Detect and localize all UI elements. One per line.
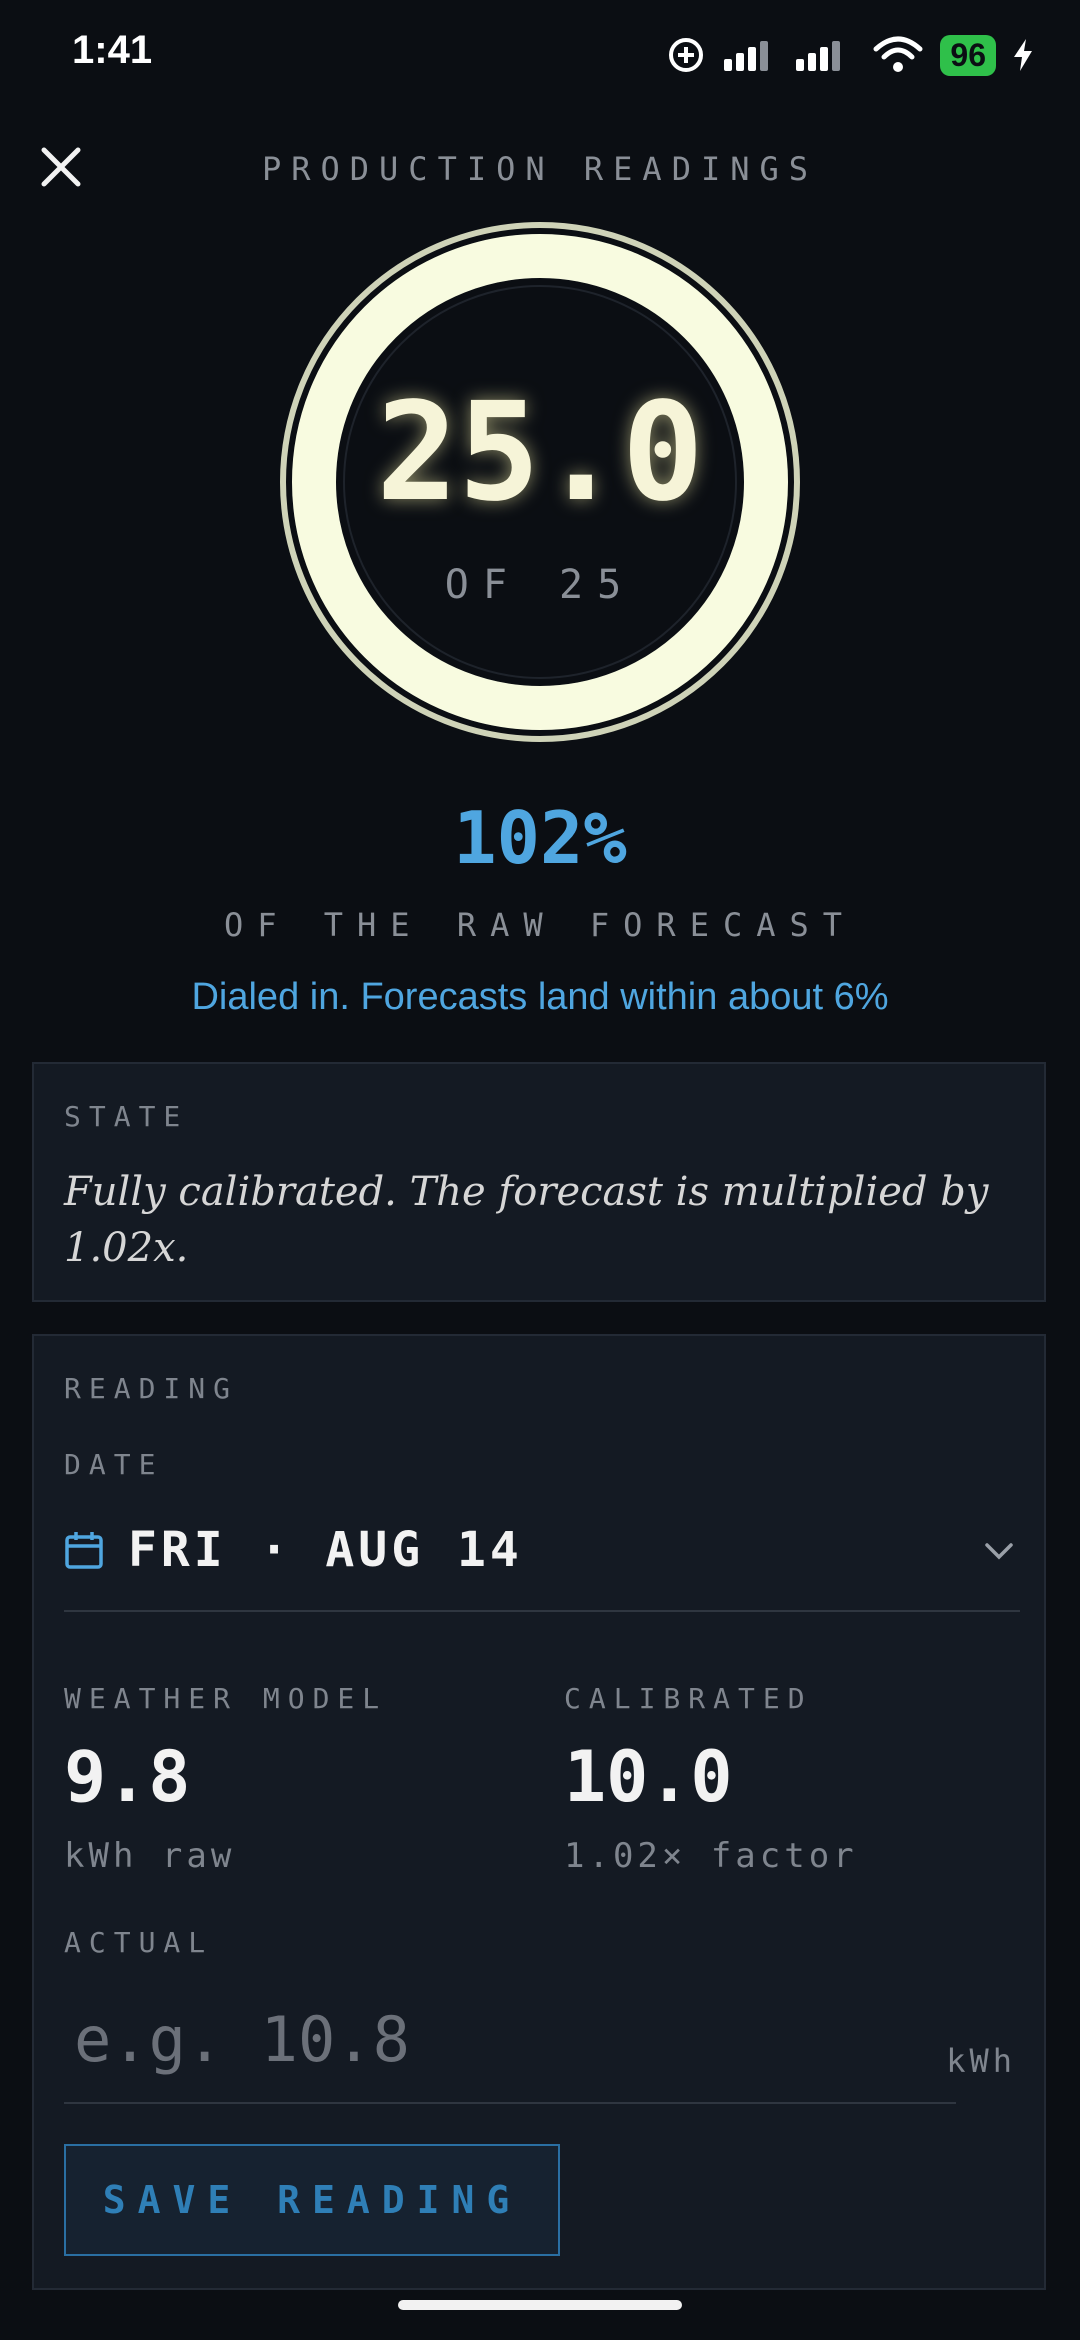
reading-card: READING DATE FRI · AUG 14 WEATHER MODEL … [32,1334,1046,2290]
ring-value: 25.0 [376,374,704,532]
wifi-icon [873,36,923,72]
calibrated-label: CALIBRATED [564,1682,813,1715]
battery-indicator: 96 [940,34,996,76]
state-label: STATE [64,1100,189,1133]
actual-unit: kWh [946,2042,1016,2080]
reading-label: READING [64,1372,239,1405]
calibrated-factor: 1.02× factor [564,1836,858,1876]
status-bar: 1:41 96 [0,0,1080,110]
home-indicator[interactable] [398,2300,682,2310]
date-picker[interactable]: FRI · AUG 14 [64,1520,1020,1612]
ring-of-label: OF 25 [444,562,636,608]
status-icons: 96 [666,30,1034,80]
weather-model-unit: kWh raw [64,1836,236,1876]
save-reading-button[interactable]: SAVE READING [64,2144,560,2256]
signal-icon [724,41,769,71]
state-card: STATE Fully calibrated. The forecast is … [32,1062,1046,1302]
weather-model-label: WEATHER MODEL [64,1682,388,1715]
date-value: FRI · AUG 14 [128,1522,523,1578]
calibration-note: Dialed in. Forecasts land within about 6… [191,976,889,1018]
lock-rotation-icon [669,38,704,72]
signal-icon [796,41,841,71]
page-title: PRODUCTION READINGS [261,150,819,188]
actual-label: ACTUAL [64,1926,214,1959]
forecast-caption: OF THE RAW FORECAST [223,906,857,944]
calibrated-value: 10.0 [564,1736,733,1818]
chevron-down-icon [985,1543,1013,1560]
charging-bolt-icon [1014,39,1032,71]
status-time: 1:41 [72,28,153,72]
state-text: Fully calibrated. The forecast is multip… [64,1169,989,1271]
weather-model-value: 9.8 [64,1736,191,1818]
actual-reading-input[interactable] [64,1976,956,2104]
date-label: DATE [64,1448,164,1481]
calendar-icon [65,1532,103,1569]
forecast-percent: 102% [453,796,627,880]
